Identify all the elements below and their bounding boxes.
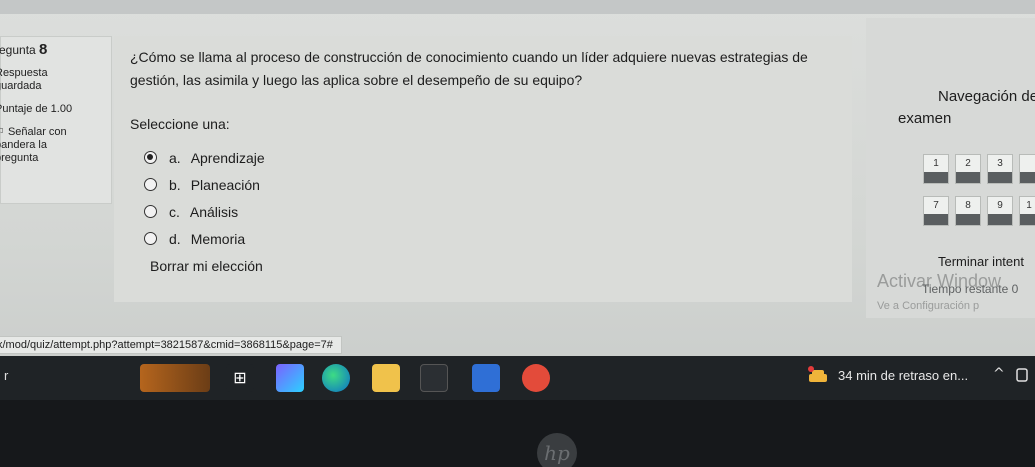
browser-top-edge [0, 0, 1035, 14]
question-info-panel: regunta 8 Respuesta guardada Puntaje de … [0, 36, 112, 204]
answer-label-c: Análisis [189, 203, 239, 220]
store-icon[interactable] [420, 364, 448, 392]
nav-question-2[interactable]: 2 [955, 154, 981, 184]
app-icon[interactable] [522, 364, 550, 392]
nav-question-1[interactable]: 1 [923, 154, 949, 184]
time-remaining: Tiempo restante 0 [922, 282, 1019, 296]
question-number: 8 [39, 41, 48, 58]
answer-option-b[interactable]: b. Planeación [144, 171, 265, 198]
answer-status-line1: Respuesta [0, 67, 48, 79]
answer-option-d[interactable]: d. Memoria [144, 225, 265, 252]
nav-question-4[interactable] [1019, 154, 1035, 184]
photos-icon[interactable] [472, 364, 500, 392]
answer-label-a: Aprendizaje [190, 149, 265, 166]
answer-label-b: Planeación [190, 176, 260, 193]
answer-radio-a[interactable] [144, 151, 157, 164]
widgets-icon[interactable] [276, 364, 304, 392]
question-label: regunta [0, 43, 36, 57]
quiz-navigation-title: Navegación der examen [898, 88, 1035, 127]
laptop-bezel [0, 400, 1035, 467]
flag-question-link[interactable]: ⚐ Señalar con bandera la pregunta [0, 126, 111, 165]
edge-browser-icon[interactable] [322, 364, 350, 392]
question-text: ¿Cómo se llama al proceso de construcció… [130, 49, 808, 88]
nav-question-10[interactable]: 1 [1019, 196, 1035, 226]
answer-option-a[interactable]: a. Aprendizaje [144, 144, 265, 171]
nav-question-3[interactable]: 3 [987, 154, 1013, 184]
hp-logo: hp [537, 433, 577, 467]
answer-radio-d[interactable] [144, 232, 157, 245]
nav-question-9[interactable]: 9 [987, 196, 1013, 226]
task-view-icon[interactable]: ⊞ [226, 364, 254, 392]
flag-icon: ⚐ [0, 126, 5, 138]
squirrel-image-icon[interactable] [140, 364, 210, 392]
answer-radio-c[interactable] [144, 205, 157, 218]
question-card: ¿Cómo se llama al proceso de construcció… [114, 36, 852, 302]
answer-radio-b[interactable] [144, 178, 157, 191]
finish-attempt-link[interactable]: Terminar intent [938, 254, 1024, 269]
nav-question-8[interactable]: 8 [955, 196, 981, 226]
question-score: Puntaje de 1.00 [0, 103, 73, 115]
answer-option-c[interactable]: c. Análisis [144, 198, 265, 225]
search-box-text[interactable]: r [4, 368, 8, 383]
windows-taskbar: r ⊞ 34 min de retraso en... ^ [0, 356, 1035, 400]
traffic-car-icon [808, 366, 827, 382]
select-one-label: Seleccione una: [130, 116, 230, 132]
question-content: ¿Cómo se llama al proceso de construcció… [114, 36, 852, 302]
link-status-bar: x/mod/quiz/attempt.php?attempt=3821587&c… [0, 336, 342, 354]
tray-chevron-icon[interactable]: ^ [993, 366, 1005, 382]
answer-list: a. Aprendizaje b. Planeación c. Análisis… [144, 144, 265, 252]
nav-question-7[interactable]: 7 [923, 196, 949, 226]
laptop-screen: regunta 8 Respuesta guardada Puntaje de … [0, 0, 1035, 400]
answer-status-line2: guardada [0, 80, 42, 92]
answer-label-d: Memoria [190, 230, 246, 247]
tray-status-icon[interactable] [1015, 366, 1029, 384]
traffic-notification[interactable]: 34 min de retraso en... [838, 368, 968, 383]
file-explorer-icon[interactable] [372, 364, 400, 392]
clear-choice-link[interactable]: Borrar mi elección [150, 258, 263, 274]
